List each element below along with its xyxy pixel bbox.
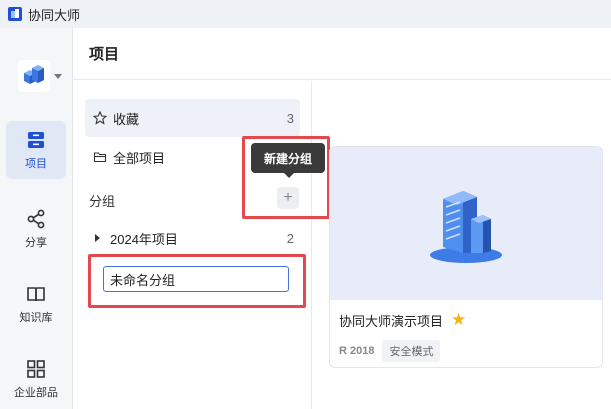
new-group-name-input[interactable] xyxy=(103,266,289,292)
add-group-button[interactable]: + xyxy=(277,187,299,209)
nav-item-favorites[interactable]: 收藏 3 xyxy=(85,99,300,137)
group-item[interactable]: 2024年项目 2 xyxy=(85,219,300,257)
title-bar: 协同大师 xyxy=(0,0,611,28)
project-title: 协同大师演示项目 xyxy=(339,313,444,329)
team-switcher[interactable] xyxy=(18,58,66,94)
nav-item-label: 收藏 xyxy=(113,111,140,127)
caret-right-icon[interactable] xyxy=(95,234,100,242)
rail-label: 分享 xyxy=(25,237,47,249)
project-card[interactable]: 协同大师演示项目 ★ R 2018 安全模式 xyxy=(329,146,603,368)
page-header: 项目 xyxy=(73,28,611,80)
rail-item-project[interactable]: 项目 xyxy=(6,121,66,179)
project-title-row: 协同大师演示项目 ★ xyxy=(339,310,466,330)
project-meta: R 2018 安全模式 xyxy=(339,340,441,362)
group-item-count: 2 xyxy=(286,230,294,246)
share-icon xyxy=(27,209,45,229)
team-avatar xyxy=(18,60,50,92)
page-title: 项目 xyxy=(89,46,120,63)
revit-version: R 2018 xyxy=(339,345,375,357)
cubes-icon xyxy=(24,65,44,84)
rail-label: 企业部品 xyxy=(14,387,58,399)
new-group-tooltip: 新建分组 xyxy=(251,143,325,173)
safe-mode-badge: 安全模式 xyxy=(382,340,441,362)
app-title: 协同大师 xyxy=(28,7,81,23)
star-outline-icon xyxy=(93,111,107,125)
book-icon xyxy=(27,287,45,302)
grid-icon xyxy=(27,360,45,378)
project-icon xyxy=(28,132,44,148)
project-nav: 收藏 3 全部项目 分组 + 新建分组 2024年项目 2 xyxy=(73,81,325,409)
building-icon xyxy=(430,190,502,263)
rail-item-share[interactable]: 分享 xyxy=(6,200,66,258)
rail-item-knowledge-base[interactable]: 知识库 xyxy=(6,275,66,333)
chevron-down-icon xyxy=(54,73,62,79)
rail-item-enterprise-parts[interactable]: 企业部品 xyxy=(6,350,66,408)
star-filled-icon[interactable]: ★ xyxy=(451,310,466,330)
folder-icon xyxy=(93,152,107,163)
rail-label: 知识库 xyxy=(19,312,53,324)
tooltip-arrow xyxy=(284,173,294,178)
group-heading: 分组 xyxy=(89,194,116,209)
nav-item-count: 3 xyxy=(286,110,294,126)
app-logo-icon xyxy=(8,7,22,21)
rail-label: 项目 xyxy=(25,158,47,170)
plus-icon: + xyxy=(283,189,293,206)
project-thumbnail xyxy=(330,147,602,300)
group-item-label: 2024年项目 xyxy=(110,231,178,247)
left-rail: 项目 分享 知识库 企业部品 xyxy=(0,28,73,409)
